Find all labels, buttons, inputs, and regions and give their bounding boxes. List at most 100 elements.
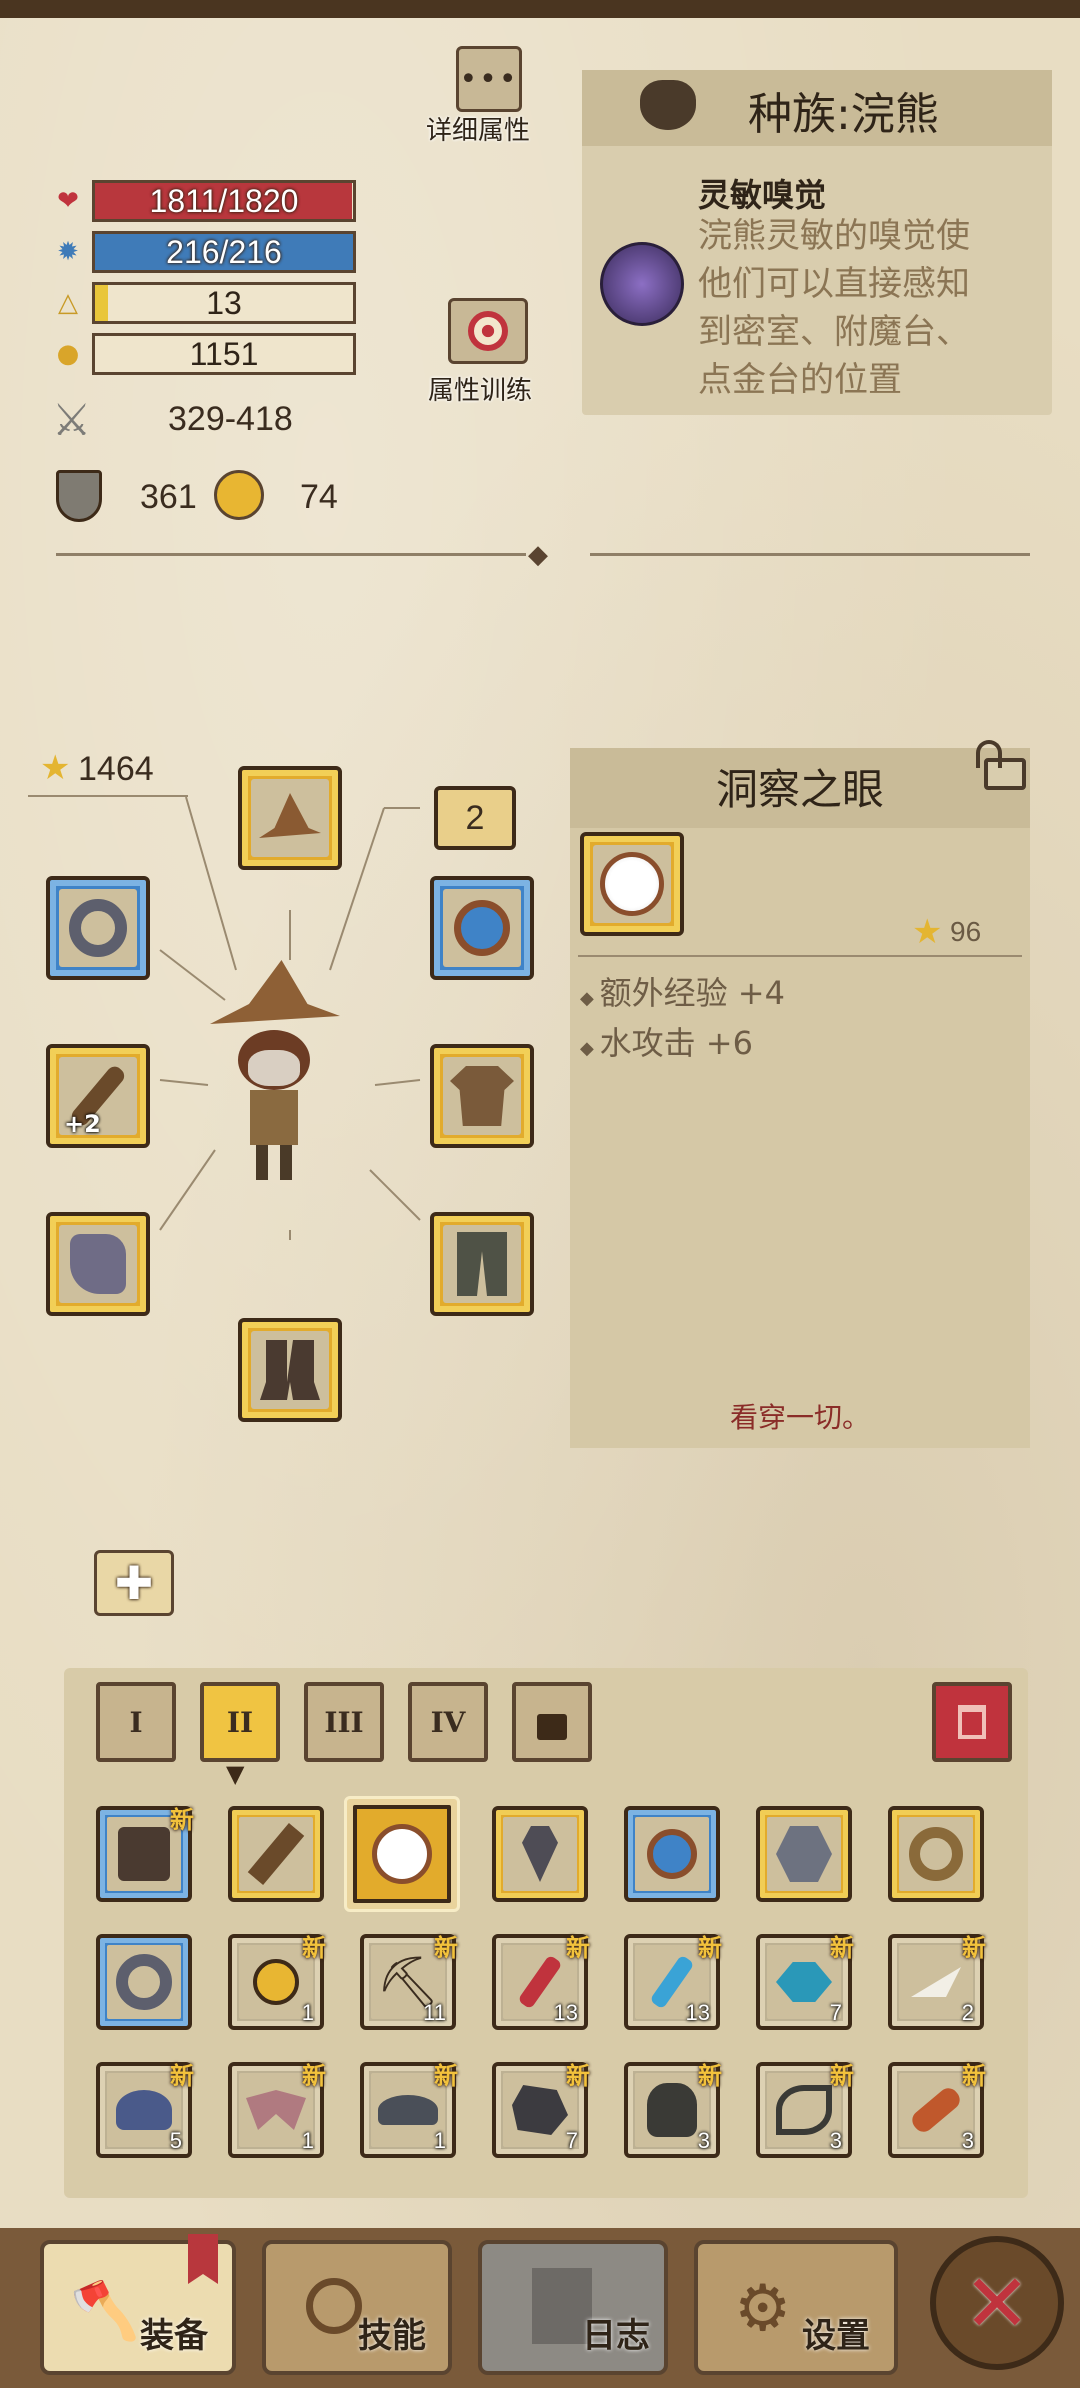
equip-slot-ring[interactable] xyxy=(46,876,150,980)
inventory-slot[interactable]: 新1 xyxy=(360,2062,458,2158)
item-flavor: 看穿一切。 xyxy=(729,1401,870,1434)
inventory-slot[interactable]: 新5 xyxy=(96,2062,194,2158)
tunic-icon xyxy=(450,1066,514,1126)
inventory-slot[interactable]: 新2 xyxy=(888,1934,986,2030)
level-value: 13 xyxy=(206,284,242,321)
boots-icon xyxy=(118,1827,170,1881)
inventory-slot[interactable]: 新 xyxy=(96,1806,194,1902)
hp-value: 1811/1820 xyxy=(149,182,299,219)
item-attr-1-text: 额外经验 +4 xyxy=(599,974,785,1012)
training-label[interactable]: 属性训练 xyxy=(428,370,532,407)
gold-icon: ● xyxy=(56,339,80,369)
inventory-slot[interactable]: 新7 xyxy=(492,2062,590,2158)
item-count: 13 xyxy=(685,2000,710,2025)
target-icon xyxy=(468,311,508,351)
inventory-slot[interactable]: 新1 xyxy=(228,1934,326,2030)
equip-slot-amulet[interactable] xyxy=(430,876,534,980)
inventory-slot[interactable]: ⛏ 新 11 xyxy=(360,1934,458,2030)
close-icon: ✕ xyxy=(963,2256,1031,2350)
accessory-count: 2 xyxy=(465,798,485,837)
new-badge: 新 xyxy=(170,1806,194,1834)
bat-wing-icon xyxy=(246,2090,306,2130)
item-star-icon: ★ xyxy=(912,912,943,952)
magic-resist-icon xyxy=(214,470,264,520)
item-star-line xyxy=(578,955,1022,957)
inventory-slot[interactable]: 新 13 xyxy=(492,1934,590,2030)
inventory-slot[interactable]: 新7 xyxy=(756,1934,854,2030)
new-badge: 新 xyxy=(434,2062,458,2090)
skill-icon[interactable] xyxy=(600,242,684,326)
nav-settings-label: 设置 xyxy=(802,2316,870,2356)
eye-scroll-icon xyxy=(776,1962,832,2002)
tab-4[interactable]: IV xyxy=(408,1682,488,1762)
skill-description: 浣熊灵敏的嗅觉使他们可以直接感知到密室、附魔台、点金台的位置 xyxy=(698,216,970,400)
trash-button[interactable] xyxy=(932,1682,1012,1762)
nav-equip-label: 装备 xyxy=(140,2316,208,2356)
fang-icon xyxy=(911,1967,961,1997)
inventory-slot[interactable] xyxy=(492,1806,588,1902)
inventory-slot[interactable]: 新3 xyxy=(888,2062,986,2158)
unlock-icon[interactable] xyxy=(974,740,1030,792)
add-button[interactable]: ✚ xyxy=(94,1550,174,1616)
item-count: 2 xyxy=(961,2000,974,2025)
nav-equip[interactable]: 🪓 装备 xyxy=(40,2234,236,2375)
inventory-slot[interactable] xyxy=(756,1806,852,1902)
top-border xyxy=(0,0,1080,18)
nav-log[interactable]: 日志 xyxy=(478,2240,668,2375)
ring-icon xyxy=(69,899,127,957)
inventory-slot[interactable] xyxy=(96,1934,192,2030)
dust-pile-icon xyxy=(378,2095,438,2125)
equip-slot-armor[interactable] xyxy=(430,1044,534,1148)
nav-skills[interactable]: 技能 xyxy=(262,2240,452,2375)
trash-icon xyxy=(958,1705,986,1739)
new-badge: 新 xyxy=(962,1934,986,1962)
lock-icon xyxy=(537,1714,567,1740)
equip-slot-gloves[interactable] xyxy=(46,1212,150,1316)
item-count: 7 xyxy=(829,2000,842,2025)
axe-icon: 🪓 xyxy=(70,2279,140,2344)
divider-left xyxy=(56,553,526,556)
tab-2[interactable]: II xyxy=(200,1682,280,1762)
equip-slot-pants[interactable] xyxy=(430,1212,534,1316)
divider-ornament: ◆ xyxy=(528,540,548,570)
inventory-slot[interactable]: 新3 xyxy=(756,2062,854,2158)
details-label[interactable]: 详细属性 xyxy=(426,110,530,147)
inventory-slot[interactable]: 新1 xyxy=(228,2062,326,2158)
details-button[interactable]: ••• xyxy=(456,46,522,112)
mana-icon: ✹ xyxy=(57,237,79,267)
armor-icon xyxy=(56,470,102,522)
slime-icon xyxy=(116,2090,172,2130)
race-title: 种族:浣熊 xyxy=(748,89,939,140)
magic-resist-value: 74 xyxy=(300,478,338,516)
nav-settings[interactable]: ⚙ 设置 xyxy=(694,2240,898,2375)
equip-slot-weapon[interactable]: +2 xyxy=(46,1044,150,1148)
nav-skills-label: 技能 xyxy=(358,2316,426,2356)
inventory-slot[interactable] xyxy=(228,1806,324,1902)
tab-1[interactable]: I xyxy=(96,1682,176,1762)
new-badge: 新 xyxy=(434,1934,458,1962)
item-count: 1 xyxy=(301,2128,314,2153)
item-attr-2-text: 水攻击 +6 xyxy=(599,1024,753,1062)
boots-icon xyxy=(260,1340,320,1400)
new-badge: 新 xyxy=(566,1934,590,1962)
close-button[interactable]: ✕ xyxy=(930,2236,1064,2370)
tab-3[interactable]: III xyxy=(304,1682,384,1762)
attack-value: 329-418 xyxy=(168,400,293,438)
weapon-bonus: +2 xyxy=(64,1110,101,1138)
equip-slot-helmet[interactable] xyxy=(238,766,342,870)
training-button[interactable] xyxy=(448,298,528,364)
tab-locked[interactable] xyxy=(512,1682,592,1762)
inventory-slot[interactable]: 新 13 xyxy=(624,1934,722,2030)
new-badge: 新 xyxy=(302,1934,326,1962)
inventory-slot[interactable] xyxy=(624,1806,720,1902)
inventory-slot[interactable]: 新3 xyxy=(624,2062,722,2158)
item-count: 3 xyxy=(697,2128,710,2153)
inventory-slot-selected[interactable] xyxy=(344,1796,460,1912)
pants-icon xyxy=(457,1232,507,1296)
inventory-slot[interactable] xyxy=(888,1806,984,1902)
level-bar: 13 xyxy=(92,282,356,324)
bookmark-icon xyxy=(188,2234,218,2284)
item-count: 1 xyxy=(301,2000,314,2025)
equip-slot-boots[interactable] xyxy=(238,1318,342,1422)
claw-icon xyxy=(776,2085,832,2135)
